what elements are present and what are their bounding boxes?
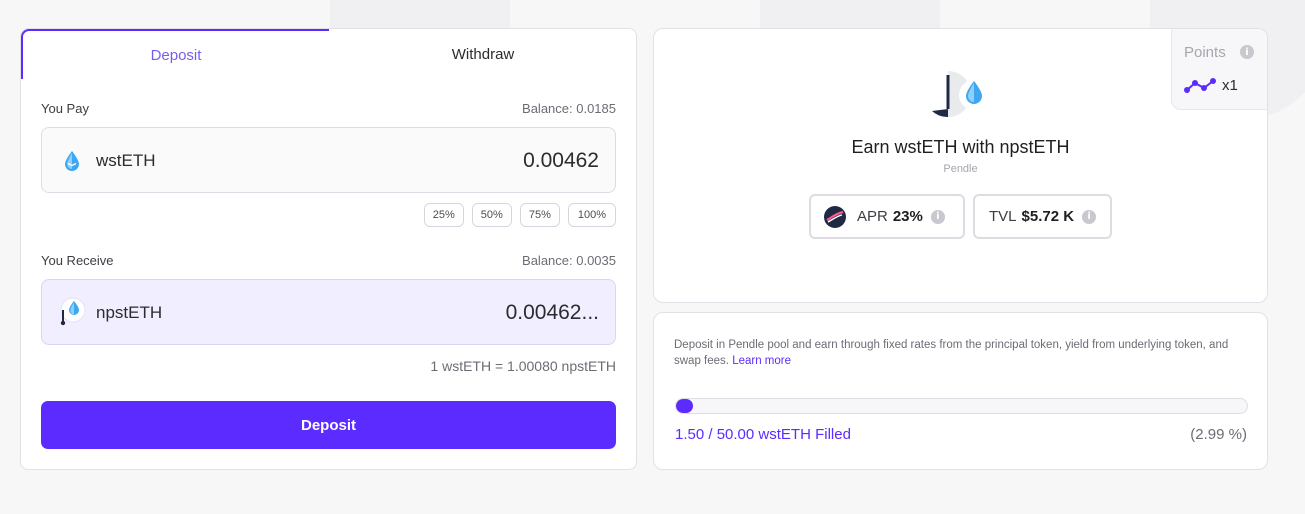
percent-100-button[interactable]: 100% [567, 203, 616, 227]
receive-output-box: npstETH 0.00462... [41, 279, 616, 345]
receive-amount: 0.00462... [505, 301, 599, 324]
tab-deposit[interactable]: Deposit [21, 29, 329, 79]
fill-progress-bar [675, 398, 1248, 414]
pool-protocol: Pendle [943, 163, 978, 175]
pay-balance: Balance: 0.0185 [522, 101, 616, 116]
pool-pair-logo [924, 69, 994, 119]
pool-info-card: Deposit in Pendle pool and earn through … [653, 312, 1268, 470]
tvl-label: TVL [989, 208, 1017, 225]
apr-label: APR [857, 208, 888, 225]
receive-balance: Balance: 0.0035 [522, 253, 616, 268]
tab-withdraw[interactable]: Withdraw [329, 29, 636, 79]
info-icon[interactable]: i [1082, 209, 1097, 224]
pay-amount-input[interactable]: 0.00462 [523, 149, 599, 173]
percent-buttons: 25% 50% 75% 100% [423, 203, 616, 227]
apr-badge: APR 23% i [809, 194, 965, 239]
learn-more-link[interactable]: Learn more [732, 355, 791, 367]
tvl-badge: TVL $5.72 K i [973, 194, 1112, 239]
pendle-logo-icon [823, 205, 847, 229]
percent-25-button[interactable]: 25% [423, 203, 464, 227]
points-box: Points i x1 [1171, 29, 1267, 110]
npsteth-token-icon [58, 296, 88, 328]
tab-bar: Deposit Withdraw [21, 29, 636, 79]
pool-card: Points i x1 Earn wstETH with npstETH Pen… [653, 28, 1268, 303]
points-label: Points [1184, 44, 1226, 61]
exchange-rate: 1 wstETH = 1.00080 npstETH [430, 358, 616, 374]
filled-percent: (2.99 %) [1190, 426, 1247, 443]
pool-description: Deposit in Pendle pool and earn through … [674, 337, 1244, 369]
fill-progress-fill [676, 399, 694, 413]
pay-input-box[interactable]: wstETH 0.00462 [41, 127, 616, 193]
deposit-card: Deposit Withdraw You Pay Balance: 0.0185… [20, 28, 637, 470]
info-icon[interactable]: i [1240, 45, 1254, 59]
percent-75-button[interactable]: 75% [519, 203, 560, 227]
wsteth-droplet-icon [60, 149, 84, 173]
apr-value: 23% [892, 208, 923, 225]
points-multiplier: x1 [1222, 77, 1238, 94]
you-receive-label: You Receive [41, 253, 114, 268]
pay-token-name: wstETH [96, 151, 156, 170]
you-pay-label: You Pay [41, 101, 89, 116]
deposit-button[interactable]: Deposit [41, 401, 616, 449]
tvl-value: $5.72 K [1021, 208, 1075, 225]
receive-token-name: npstETH [96, 303, 163, 322]
percent-50-button[interactable]: 50% [471, 203, 512, 227]
points-nodes-icon [1184, 76, 1216, 101]
pool-title: Earn wstETH with npstETH [851, 137, 1070, 157]
info-icon[interactable]: i [930, 209, 945, 224]
filled-amount: 1.50 / 50.00 wstETH Filled [675, 426, 851, 443]
